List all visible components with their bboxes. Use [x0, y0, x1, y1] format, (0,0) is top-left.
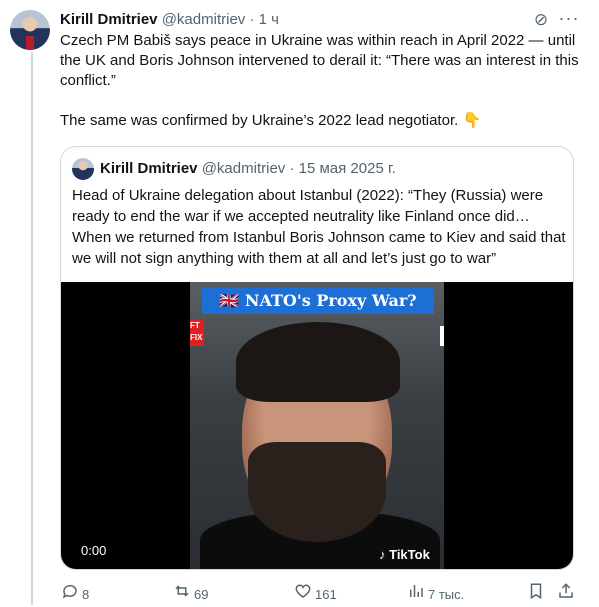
author-name[interactable]: Kirill Dmitriev: [60, 11, 158, 28]
action-bar: 8 69 161 7 тыс.: [60, 582, 580, 604]
quote-text: Head of Ukraine delegation about Istanbu…: [72, 187, 566, 267]
tiktok-watermark: ♪ TikTok: [379, 547, 430, 562]
repost-count: 69: [194, 586, 209, 602]
quote-author-handle: @kadmitriev: [201, 160, 286, 177]
reply-count: 8: [82, 586, 90, 602]
video-banner: 🇬🇧 NATO's Proxy War?: [202, 288, 434, 314]
quote-author-name: Kirill Dmitriev: [100, 160, 198, 177]
share-icon: [556, 582, 576, 607]
like-count: 161: [315, 586, 337, 602]
views-icon: [406, 582, 426, 607]
video-person-beard: [248, 442, 386, 542]
grok-icon[interactable]: ⊘: [531, 10, 551, 30]
tweet-text: Czech PM Babiš says peace in Ukraine was…: [60, 31, 580, 131]
views-count: 7 тыс.: [428, 586, 465, 602]
author-handle[interactable]: @kadmitriev: [162, 11, 246, 28]
video-player[interactable]: 🇬🇧 NATO's Proxy War? FT FIX 0:00 ♪ TikTo…: [61, 282, 573, 569]
video-timecode: 0:00: [81, 543, 107, 558]
video-person-hair: [236, 322, 400, 402]
tweet-paragraph: The same was confirmed by Ukraine’s 2022…: [60, 112, 482, 129]
timestamp[interactable]: 1 ч: [259, 11, 279, 28]
share-button[interactable]: [556, 582, 576, 604]
tweet-paragraph: Czech PM Babiš says peace in Ukraine was…: [60, 32, 579, 89]
video-red-tag: FT FIX: [190, 320, 204, 346]
more-icon[interactable]: ···: [557, 9, 581, 30]
bookmark-icon: [526, 582, 546, 607]
views-button[interactable]: 7 тыс.: [406, 582, 464, 604]
like-button[interactable]: 161: [293, 582, 337, 604]
tweet-header: Kirill Dmitriev @kadmitriev · 1 ч: [60, 10, 279, 30]
quote-date: 15 мая 2025 г.: [298, 160, 396, 177]
quote-avatar[interactable]: [72, 158, 94, 180]
quote-separator: ·: [289, 160, 295, 177]
quoted-tweet[interactable]: Kirill Dmitriev @kadmitriev · 15 мая 202…: [60, 146, 574, 570]
bookmark-button[interactable]: [526, 582, 546, 604]
repost-button[interactable]: 69: [172, 582, 208, 604]
separator: ·: [249, 11, 255, 28]
reply-icon: [60, 582, 80, 607]
video-frame: [190, 282, 444, 569]
video-side-marker: [440, 326, 444, 346]
like-icon: [293, 582, 313, 607]
avatar[interactable]: [10, 10, 50, 50]
reply-button[interactable]: 8: [60, 582, 89, 604]
repost-icon: [172, 582, 192, 607]
quote-header: Kirill Dmitriev @kadmitriev · 15 мая 202…: [100, 159, 396, 179]
thread-line: [31, 52, 33, 605]
